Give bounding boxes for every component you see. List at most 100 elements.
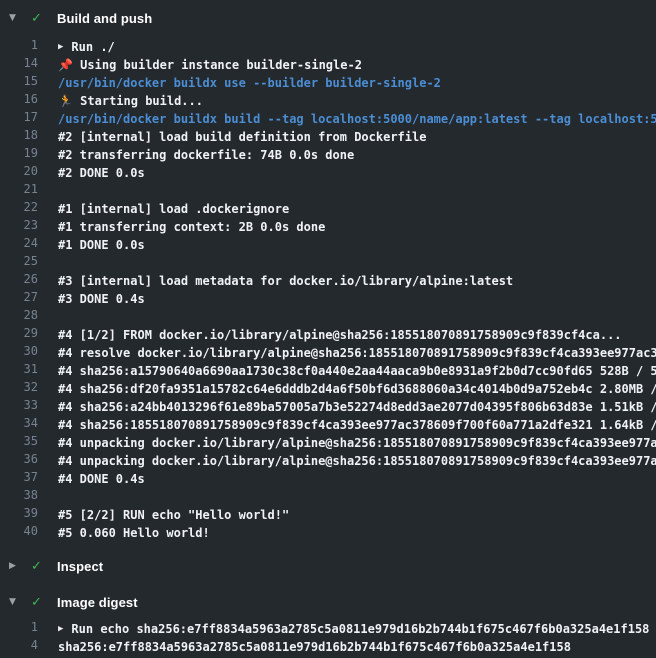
log-line: 30 #4 resolve docker.io/library/alpine@sh… [0, 344, 656, 362]
line-number[interactable]: 30 [0, 344, 38, 362]
line-number[interactable]: 4 [0, 638, 38, 656]
log-text: #2 [internal] load build definition from… [58, 130, 426, 144]
log-line: 37 #4 DONE 0.4s [0, 470, 656, 488]
line-number[interactable]: 24 [0, 236, 38, 254]
log-line: 29 #4 [1/2] FROM docker.io/library/alpine… [0, 326, 656, 344]
line-number[interactable]: 40 [0, 524, 38, 542]
log-line: 23#1 transferring context: 2B 0.0s done [0, 218, 656, 236]
log-section-inspect: ▶ ✓ Inspect [0, 554, 656, 580]
log-line-content: #3 [internal] load metadata for docker.i… [58, 272, 513, 290]
log-text: #2 transferring dockerfile: 74B 0.0s don… [58, 148, 354, 162]
log-line: 36 #4 unpacking docker.io/library/alpine@… [0, 452, 656, 470]
line-number[interactable]: 16 [0, 92, 38, 110]
chevron-right-icon[interactable]: ▶ [0, 561, 31, 571]
log-line-content: #4 sha256:a15790640a6690aa1730c38cf0a440… [58, 362, 656, 380]
line-number[interactable]: 36 [0, 452, 38, 470]
line-number[interactable]: 14 [0, 56, 38, 74]
line-number[interactable]: 1 [0, 38, 38, 56]
line-number[interactable]: 27 [0, 290, 38, 308]
log-text: #4 sha256:a24bb4013296f61e89ba57005a7b3e… [58, 400, 656, 414]
line-number[interactable]: 37 [0, 470, 38, 488]
line-number[interactable]: 39 [0, 506, 38, 524]
log-text: #4 [1/2] FROM docker.io/library/alpine@s… [58, 328, 622, 342]
line-number[interactable]: 21 [0, 182, 38, 200]
log-line: 1 ▶ Run echo sha256:e7ff8834a5963a2785c5a0… [0, 620, 656, 638]
log-line: 38 [0, 488, 656, 506]
log-line-content: /usr/bin/docker buildx build --tag local… [58, 110, 656, 128]
log-text: #4 unpacking docker.io/library/alpine@sh… [58, 454, 656, 468]
log-text: #3 DONE 0.4s [58, 292, 145, 306]
section-header-inspect[interactable]: ▶ ✓ Inspect [0, 554, 656, 578]
log-text: #2 DONE 0.0s [58, 166, 145, 180]
log-line-content: #2 [internal] load build definition from… [58, 128, 426, 146]
log-line-content: #4 sha256:a24bb4013296f61e89ba57005a7b3e… [58, 398, 656, 416]
log-line: 19 #2 transferring dockerfile: 74B 0.0s d… [0, 146, 656, 164]
log-line-content: ▶ Run ./ [58, 38, 115, 56]
line-number[interactable]: 19 [0, 146, 38, 164]
log-line-content: #4 sha256:185518070891758909c9f839cf4ca3… [58, 416, 656, 434]
line-number[interactable]: 34 [0, 416, 38, 434]
line-number[interactable]: 32 [0, 380, 38, 398]
log-text: 📌 Using builder instance builder-single-… [58, 58, 362, 72]
log-lines-image-digest: 1 ▶ Run echo sha256:e7ff8834a5963a2785c5a0… [0, 620, 656, 656]
log-line-content: ▶ Run echo sha256:e7ff8834a5963a2785c5a08… [58, 620, 649, 638]
chevron-down-icon[interactable]: ▼ [0, 13, 31, 23]
line-number[interactable]: 15 [0, 74, 38, 92]
line-number[interactable]: 33 [0, 398, 38, 416]
line-number[interactable]: 29 [0, 326, 38, 344]
line-number[interactable]: 25 [0, 254, 38, 272]
log-line: 40 #5 0.060 Hello world! [0, 524, 656, 542]
run-group-expander-icon[interactable]: ▶ [58, 42, 63, 52]
log-line-content: #1 [internal] load .dockerignore [58, 200, 289, 218]
log-line: 39 #5 [2/2] RUN echo "Hello world!" [0, 506, 656, 524]
workflow-log-viewer: ▼ ✓ Build and push 1▶Run ./14📌 Using bui… [0, 6, 656, 656]
log-line-content: #5 0.060 Hello world! [58, 524, 210, 542]
log-text: #4 sha256:df20fa9351a15782c64e6dddb2d4a6… [58, 382, 656, 396]
log-text: 🏃 Starting build... [58, 94, 203, 108]
log-text: #4 unpacking docker.io/library/alpine@sh… [58, 436, 656, 450]
line-number[interactable]: 20 [0, 164, 38, 182]
line-number[interactable]: 28 [0, 308, 38, 326]
line-number[interactable]: 38 [0, 488, 38, 506]
log-command-text: /usr/bin/docker buildx use --builder bui… [58, 76, 441, 90]
log-text: #1 [internal] load .dockerignore [58, 202, 289, 216]
check-success-icon: ✓ [31, 595, 57, 610]
section-spacer [0, 578, 656, 580]
check-success-icon: ✓ [31, 11, 57, 26]
run-group-expander-icon[interactable]: ▶ [58, 624, 63, 634]
line-number[interactable]: 1 [0, 620, 38, 638]
log-text: sha256:e7ff8834a5963a2785c5a0811e979d16b… [58, 640, 571, 654]
log-line: 32 #4 sha256:df20fa9351a15782c64e6dddb2d4… [0, 380, 656, 398]
log-section-build-and-push: ▼ ✓ Build and push 1 ▶ Run ./ 14 📌 Using bui… [0, 6, 656, 542]
section-header-image-digest[interactable]: ▼ ✓ Image digest [0, 590, 656, 614]
log-text: #5 [2/2] RUN echo "Hello world!" [58, 508, 289, 522]
line-number[interactable]: 26 [0, 272, 38, 290]
log-line: 34 #4 sha256:185518070891758909c9f839cf4c… [0, 416, 656, 434]
log-line-content: #1 DONE 0.0s [58, 236, 145, 254]
log-text: #4 resolve docker.io/library/alpine@sha2… [58, 346, 656, 360]
log-text: #3 [internal] load metadata for docker.i… [58, 274, 513, 288]
line-number[interactable]: 17 [0, 110, 38, 128]
line-number[interactable]: 23 [0, 218, 38, 236]
log-line-content: #4 unpacking docker.io/library/alpine@sh… [58, 434, 656, 452]
line-number[interactable]: 31 [0, 362, 38, 380]
log-line: 31 #4 sha256:a15790640a6690aa1730c38cf0a4… [0, 362, 656, 380]
log-text[interactable]: Run echo sha256:e7ff8834a5963a2785c5a081… [71, 622, 649, 636]
log-text: #4 DONE 0.4s [58, 472, 145, 486]
log-command-text: /usr/bin/docker buildx build --tag local… [58, 112, 656, 126]
log-section-image-digest: ▼ ✓ Image digest 1 ▶ Run echo sha256:e7ff8… [0, 590, 656, 656]
line-number[interactable]: 22 [0, 200, 38, 218]
log-text[interactable]: Run ./ [71, 40, 114, 54]
log-line-content: #4 sha256:df20fa9351a15782c64e6dddb2d4a6… [58, 380, 656, 398]
section-title-build-and-push: Build and push [57, 11, 152, 26]
log-line: 18 #2 [internal] load build definition fr… [0, 128, 656, 146]
section-title-inspect: Inspect [57, 559, 103, 574]
log-line: 25 [0, 254, 656, 272]
line-number[interactable]: 35 [0, 434, 38, 452]
section-header-build-and-push[interactable]: ▼ ✓ Build and push [0, 6, 656, 30]
chevron-down-icon[interactable]: ▼ [0, 597, 31, 607]
log-line-content: #2 DONE 0.0s [58, 164, 145, 182]
line-number[interactable]: 18 [0, 128, 38, 146]
log-line-content: #4 [1/2] FROM docker.io/library/alpine@s… [58, 326, 622, 344]
log-line-content: #4 resolve docker.io/library/alpine@sha2… [58, 344, 656, 362]
